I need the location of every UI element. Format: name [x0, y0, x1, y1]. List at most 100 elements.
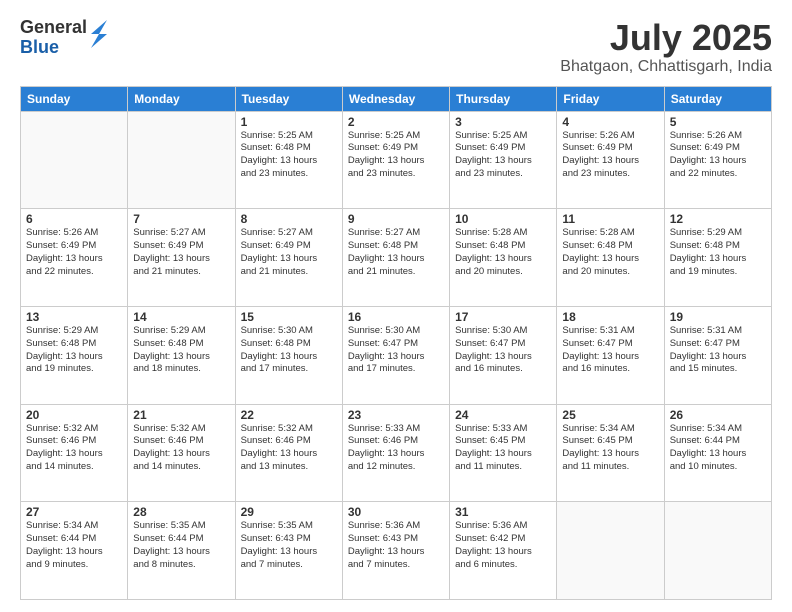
day-number: 4 — [562, 115, 658, 129]
header-monday: Monday — [128, 86, 235, 111]
day-info: Sunrise: 5:26 AM Sunset: 6:49 PM Dayligh… — [670, 130, 766, 181]
day-info: Sunrise: 5:34 AM Sunset: 6:44 PM Dayligh… — [26, 520, 122, 571]
day-number: 27 — [26, 505, 122, 519]
day-info: Sunrise: 5:30 AM Sunset: 6:47 PM Dayligh… — [348, 325, 444, 376]
month-title: July 2025 — [560, 18, 772, 58]
weekday-header-row: Sunday Monday Tuesday Wednesday Thursday… — [21, 86, 772, 111]
day-info: Sunrise: 5:27 AM Sunset: 6:49 PM Dayligh… — [133, 227, 229, 278]
day-info: Sunrise: 5:30 AM Sunset: 6:48 PM Dayligh… — [241, 325, 337, 376]
table-row: 14Sunrise: 5:29 AM Sunset: 6:48 PM Dayli… — [128, 306, 235, 404]
day-info: Sunrise: 5:31 AM Sunset: 6:47 PM Dayligh… — [562, 325, 658, 376]
day-info: Sunrise: 5:35 AM Sunset: 6:44 PM Dayligh… — [133, 520, 229, 571]
calendar-table: Sunday Monday Tuesday Wednesday Thursday… — [20, 86, 772, 600]
day-number: 20 — [26, 408, 122, 422]
logo-text: General Blue — [20, 18, 87, 58]
calendar-week-row: 13Sunrise: 5:29 AM Sunset: 6:48 PM Dayli… — [21, 306, 772, 404]
table-row: 25Sunrise: 5:34 AM Sunset: 6:45 PM Dayli… — [557, 404, 664, 502]
day-info: Sunrise: 5:36 AM Sunset: 6:42 PM Dayligh… — [455, 520, 551, 571]
table-row: 11Sunrise: 5:28 AM Sunset: 6:48 PM Dayli… — [557, 209, 664, 307]
day-info: Sunrise: 5:28 AM Sunset: 6:48 PM Dayligh… — [455, 227, 551, 278]
day-number: 6 — [26, 212, 122, 226]
table-row — [21, 111, 128, 209]
day-number: 23 — [348, 408, 444, 422]
day-number: 11 — [562, 212, 658, 226]
header-thursday: Thursday — [450, 86, 557, 111]
day-info: Sunrise: 5:27 AM Sunset: 6:48 PM Dayligh… — [348, 227, 444, 278]
calendar-week-row: 6Sunrise: 5:26 AM Sunset: 6:49 PM Daylig… — [21, 209, 772, 307]
table-row: 4Sunrise: 5:26 AM Sunset: 6:49 PM Daylig… — [557, 111, 664, 209]
day-info: Sunrise: 5:34 AM Sunset: 6:45 PM Dayligh… — [562, 423, 658, 474]
day-info: Sunrise: 5:29 AM Sunset: 6:48 PM Dayligh… — [26, 325, 122, 376]
day-number: 31 — [455, 505, 551, 519]
table-row: 18Sunrise: 5:31 AM Sunset: 6:47 PM Dayli… — [557, 306, 664, 404]
day-number: 21 — [133, 408, 229, 422]
day-number: 3 — [455, 115, 551, 129]
day-info: Sunrise: 5:30 AM Sunset: 6:47 PM Dayligh… — [455, 325, 551, 376]
table-row: 17Sunrise: 5:30 AM Sunset: 6:47 PM Dayli… — [450, 306, 557, 404]
day-info: Sunrise: 5:26 AM Sunset: 6:49 PM Dayligh… — [26, 227, 122, 278]
calendar-week-row: 27Sunrise: 5:34 AM Sunset: 6:44 PM Dayli… — [21, 502, 772, 600]
table-row: 1Sunrise: 5:25 AM Sunset: 6:48 PM Daylig… — [235, 111, 342, 209]
table-row: 21Sunrise: 5:32 AM Sunset: 6:46 PM Dayli… — [128, 404, 235, 502]
page: General Blue July 2025 Bhatgaon, Chhatti… — [0, 0, 792, 612]
day-number: 13 — [26, 310, 122, 324]
table-row: 5Sunrise: 5:26 AM Sunset: 6:49 PM Daylig… — [664, 111, 771, 209]
table-row: 16Sunrise: 5:30 AM Sunset: 6:47 PM Dayli… — [342, 306, 449, 404]
header: General Blue July 2025 Bhatgaon, Chhatti… — [20, 18, 772, 76]
day-info: Sunrise: 5:25 AM Sunset: 6:49 PM Dayligh… — [348, 130, 444, 181]
day-info: Sunrise: 5:36 AM Sunset: 6:43 PM Dayligh… — [348, 520, 444, 571]
table-row: 20Sunrise: 5:32 AM Sunset: 6:46 PM Dayli… — [21, 404, 128, 502]
day-number: 24 — [455, 408, 551, 422]
day-number: 14 — [133, 310, 229, 324]
day-info: Sunrise: 5:29 AM Sunset: 6:48 PM Dayligh… — [670, 227, 766, 278]
day-number: 29 — [241, 505, 337, 519]
table-row: 30Sunrise: 5:36 AM Sunset: 6:43 PM Dayli… — [342, 502, 449, 600]
table-row — [664, 502, 771, 600]
day-info: Sunrise: 5:32 AM Sunset: 6:46 PM Dayligh… — [133, 423, 229, 474]
day-info: Sunrise: 5:33 AM Sunset: 6:45 PM Dayligh… — [455, 423, 551, 474]
table-row — [128, 111, 235, 209]
day-info: Sunrise: 5:27 AM Sunset: 6:49 PM Dayligh… — [241, 227, 337, 278]
day-number: 8 — [241, 212, 337, 226]
subtitle: Bhatgaon, Chhattisgarh, India — [560, 58, 772, 76]
day-info: Sunrise: 5:35 AM Sunset: 6:43 PM Dayligh… — [241, 520, 337, 571]
day-number: 17 — [455, 310, 551, 324]
day-number: 22 — [241, 408, 337, 422]
day-number: 26 — [670, 408, 766, 422]
day-info: Sunrise: 5:34 AM Sunset: 6:44 PM Dayligh… — [670, 423, 766, 474]
table-row: 22Sunrise: 5:32 AM Sunset: 6:46 PM Dayli… — [235, 404, 342, 502]
table-row: 10Sunrise: 5:28 AM Sunset: 6:48 PM Dayli… — [450, 209, 557, 307]
table-row: 13Sunrise: 5:29 AM Sunset: 6:48 PM Dayli… — [21, 306, 128, 404]
logo: General Blue — [20, 18, 109, 58]
day-number: 7 — [133, 212, 229, 226]
table-row: 19Sunrise: 5:31 AM Sunset: 6:47 PM Dayli… — [664, 306, 771, 404]
table-row: 29Sunrise: 5:35 AM Sunset: 6:43 PM Dayli… — [235, 502, 342, 600]
day-info: Sunrise: 5:29 AM Sunset: 6:48 PM Dayligh… — [133, 325, 229, 376]
day-number: 25 — [562, 408, 658, 422]
header-wednesday: Wednesday — [342, 86, 449, 111]
day-number: 28 — [133, 505, 229, 519]
table-row: 15Sunrise: 5:30 AM Sunset: 6:48 PM Dayli… — [235, 306, 342, 404]
day-number: 9 — [348, 212, 444, 226]
calendar-header: Sunday Monday Tuesday Wednesday Thursday… — [21, 86, 772, 111]
logo-general: General — [20, 18, 87, 38]
day-number: 18 — [562, 310, 658, 324]
table-row: 3Sunrise: 5:25 AM Sunset: 6:49 PM Daylig… — [450, 111, 557, 209]
day-info: Sunrise: 5:32 AM Sunset: 6:46 PM Dayligh… — [26, 423, 122, 474]
table-row: 2Sunrise: 5:25 AM Sunset: 6:49 PM Daylig… — [342, 111, 449, 209]
calendar-week-row: 20Sunrise: 5:32 AM Sunset: 6:46 PM Dayli… — [21, 404, 772, 502]
day-number: 10 — [455, 212, 551, 226]
table-row: 8Sunrise: 5:27 AM Sunset: 6:49 PM Daylig… — [235, 209, 342, 307]
header-saturday: Saturday — [664, 86, 771, 111]
day-info: Sunrise: 5:32 AM Sunset: 6:46 PM Dayligh… — [241, 423, 337, 474]
table-row: 31Sunrise: 5:36 AM Sunset: 6:42 PM Dayli… — [450, 502, 557, 600]
day-number: 19 — [670, 310, 766, 324]
table-row: 28Sunrise: 5:35 AM Sunset: 6:44 PM Dayli… — [128, 502, 235, 600]
day-info: Sunrise: 5:28 AM Sunset: 6:48 PM Dayligh… — [562, 227, 658, 278]
day-number: 1 — [241, 115, 337, 129]
day-info: Sunrise: 5:31 AM Sunset: 6:47 PM Dayligh… — [670, 325, 766, 376]
table-row: 6Sunrise: 5:26 AM Sunset: 6:49 PM Daylig… — [21, 209, 128, 307]
logo-icon — [89, 20, 109, 48]
table-row: 24Sunrise: 5:33 AM Sunset: 6:45 PM Dayli… — [450, 404, 557, 502]
day-info: Sunrise: 5:25 AM Sunset: 6:49 PM Dayligh… — [455, 130, 551, 181]
